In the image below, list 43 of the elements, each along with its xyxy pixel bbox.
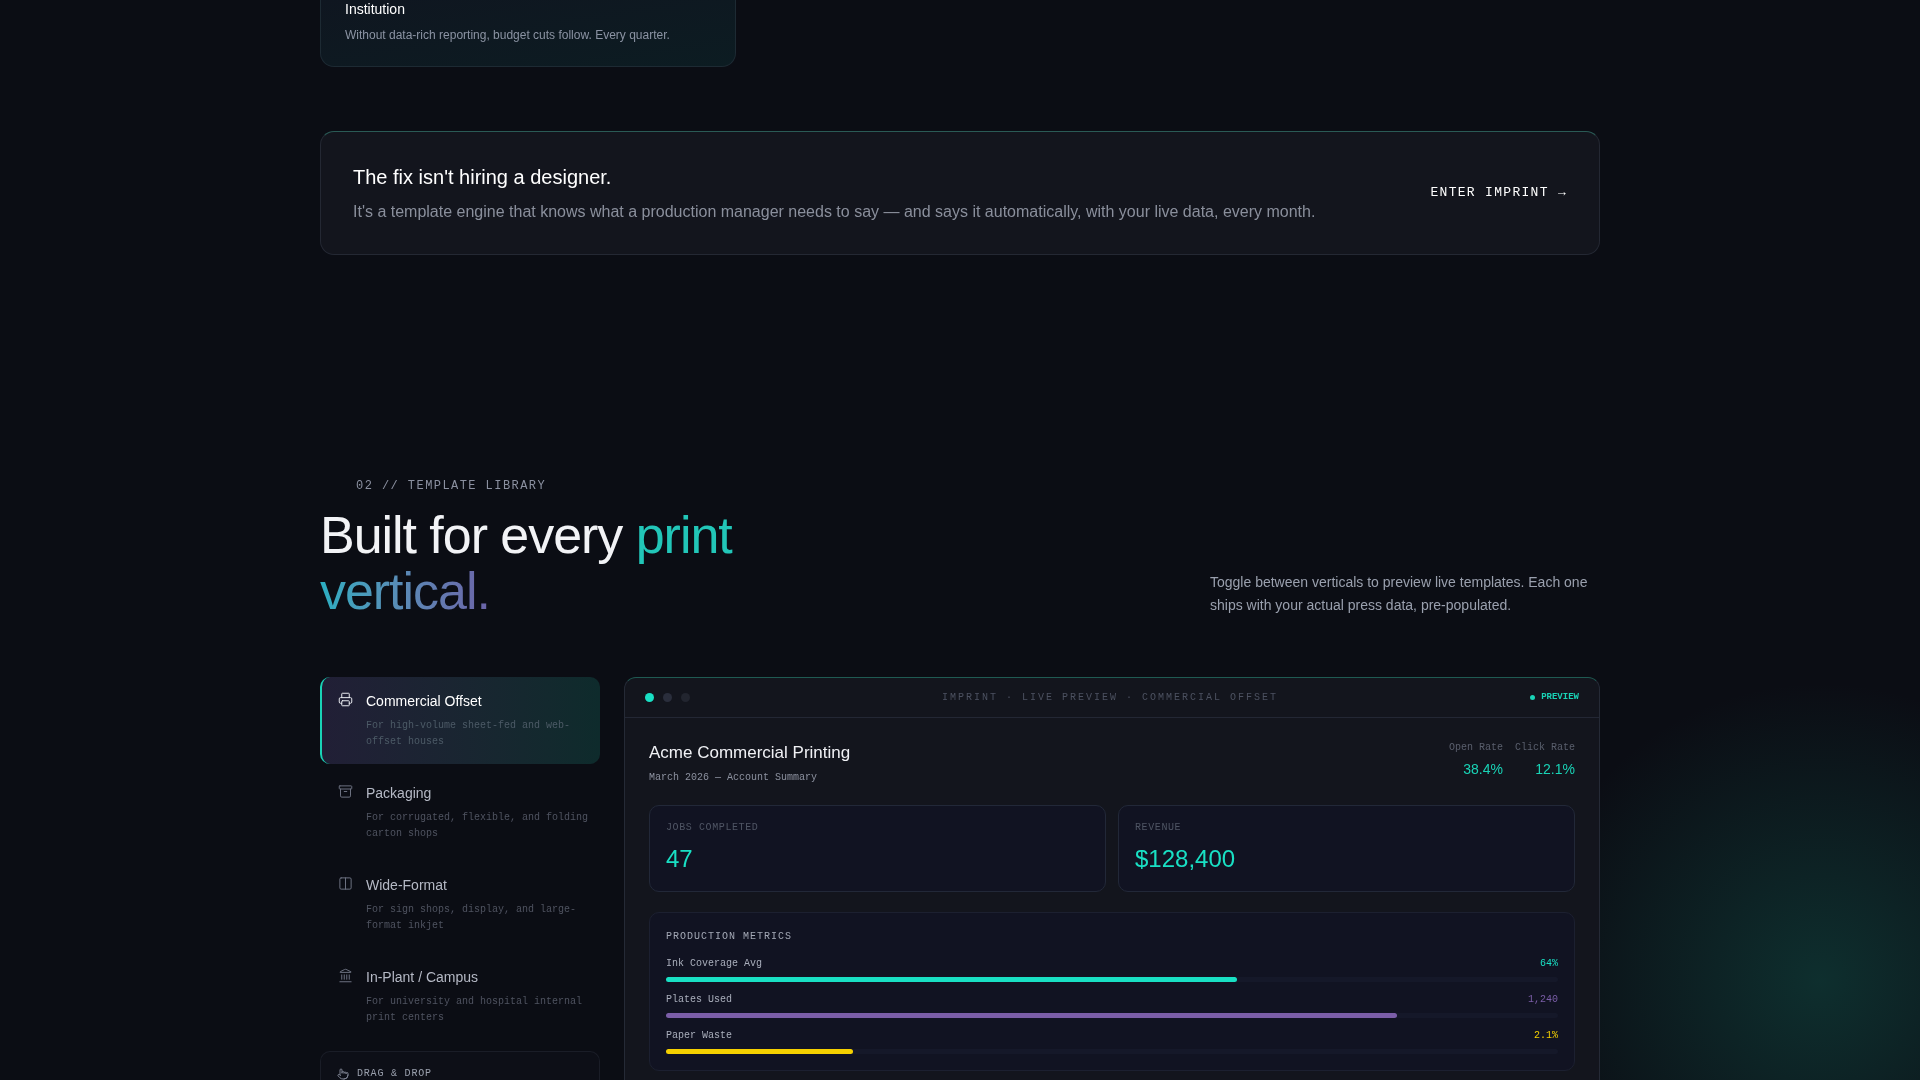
metric-name: Ink Coverage Avg [666, 956, 762, 971]
metric-reading: 64% [1540, 956, 1558, 971]
panels-icon [338, 876, 353, 891]
card-title: Institution [345, 2, 406, 16]
vertical-description: For university and hospital internal print centers [366, 995, 584, 1025]
vertical-tab[interactable]: Packaging For corrugated, flexible, and folding carton shops [320, 769, 600, 856]
banner-description: It's a template engine that knows what a production manager needs to say — and says it automatically, with your live data, every month. [353, 202, 1316, 222]
archive-box-icon [338, 784, 353, 799]
section-heading: Built for every print vertical. [320, 507, 734, 619]
stat-label: JOBS COMPLETED [666, 820, 760, 835]
report-subtitle: March 2026 — Account Summary [649, 770, 819, 785]
vertical-title: Wide-Format [366, 876, 448, 895]
stat-label: REVENUE [1135, 820, 1183, 835]
drag-drop-label: DRAG & DROP [357, 1067, 432, 1080]
rate-value: 38.4% [1463, 760, 1503, 779]
company-name: Acme Commercial Printing [649, 742, 851, 764]
pointer-icon [337, 1067, 349, 1080]
section-intro: Toggle between verticals to preview live templates. Each one ships with your actual press data, pre-populated. [1210, 573, 1589, 615]
metric-name: Plates Used [666, 992, 732, 1007]
vertical-description: For corrugated, flexible, and folding carton shops [366, 811, 590, 841]
metrics-title: PRODUCTION METRICS [666, 929, 794, 944]
enter-imprint-link[interactable]: ENTER IMPRINT → [1430, 183, 1567, 203]
vertical-tab[interactable]: Wide-Format For sign shops, display, and large-format inkjet [320, 861, 600, 948]
preview-badge: PREVIEW [1530, 690, 1579, 705]
banner-title: The fix isn't hiring a designer. [353, 165, 613, 190]
metric-name: Paper Waste [666, 1028, 732, 1043]
vertical-description: For sign shops, display, and large-format inkjet [366, 903, 578, 933]
stat-value: $128,400 [1135, 843, 1237, 874]
rate-value: 12.1% [1535, 760, 1575, 779]
metric-reading: 2.1% [1534, 1028, 1558, 1043]
vertical-title: Packaging [366, 784, 433, 803]
rate-label: Click Rate [1515, 741, 1575, 755]
card-description: Without data-rich reporting, budget cuts follow. Every quarter. [345, 27, 671, 44]
vertical-title: In-Plant / Campus [366, 968, 480, 987]
vertical-title: Commercial Offset [366, 692, 483, 711]
rate-label: Open Rate [1448, 741, 1503, 755]
section-eyebrow: 02 // TEMPLATE LIBRARY [356, 478, 548, 495]
building-icon [338, 968, 353, 983]
vertical-tab[interactable]: In-Plant / Campus For university and hospital internal print centers [320, 953, 600, 1040]
stat-value: 47 [666, 843, 694, 874]
metric-reading: 1,240 [1528, 992, 1558, 1007]
printer-icon [338, 692, 353, 707]
preview-bar-title: IMPRINT · LIVE PREVIEW · COMMERCIAL OFFSET [942, 691, 1279, 705]
